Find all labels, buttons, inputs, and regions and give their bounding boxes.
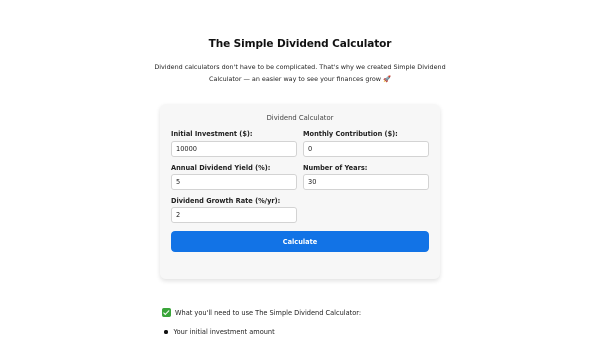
bullet-icon bbox=[164, 330, 168, 334]
calculator-title: Dividend Calculator bbox=[266, 114, 334, 122]
requirements-heading-text: What you'll need to use The Simple Divid… bbox=[175, 308, 362, 317]
calculator-card: Dividend Calculator Initial Investment (… bbox=[160, 104, 440, 279]
check-mark-icon bbox=[162, 308, 171, 317]
page-title: The Simple Dividend Calculator bbox=[208, 38, 392, 50]
annual-yield-label: Annual Dividend Yield (%): bbox=[171, 164, 271, 172]
growth-rate-label: Dividend Growth Rate (%/yr): bbox=[171, 197, 281, 205]
initial-investment-label: Initial Investment ($): bbox=[171, 130, 253, 138]
intro-text: Dividend calculators don't have to be co… bbox=[154, 63, 446, 83]
calculate-button[interactable]: Calculate bbox=[171, 231, 429, 252]
annual-yield-input[interactable] bbox=[171, 174, 297, 190]
requirements-list: Your initial investment amount bbox=[164, 328, 275, 336]
requirements-heading: What you'll need to use The Simple Divid… bbox=[162, 308, 361, 317]
initial-investment-input[interactable] bbox=[171, 141, 297, 157]
years-label: Number of Years: bbox=[303, 164, 368, 172]
list-item-text: Your initial investment amount bbox=[173, 328, 275, 336]
growth-rate-input[interactable] bbox=[171, 207, 297, 223]
monthly-contribution-input[interactable] bbox=[303, 141, 429, 157]
list-item: Your initial investment amount bbox=[164, 328, 275, 336]
monthly-contribution-label: Monthly Contribution ($): bbox=[303, 130, 398, 138]
years-input[interactable] bbox=[303, 174, 429, 190]
